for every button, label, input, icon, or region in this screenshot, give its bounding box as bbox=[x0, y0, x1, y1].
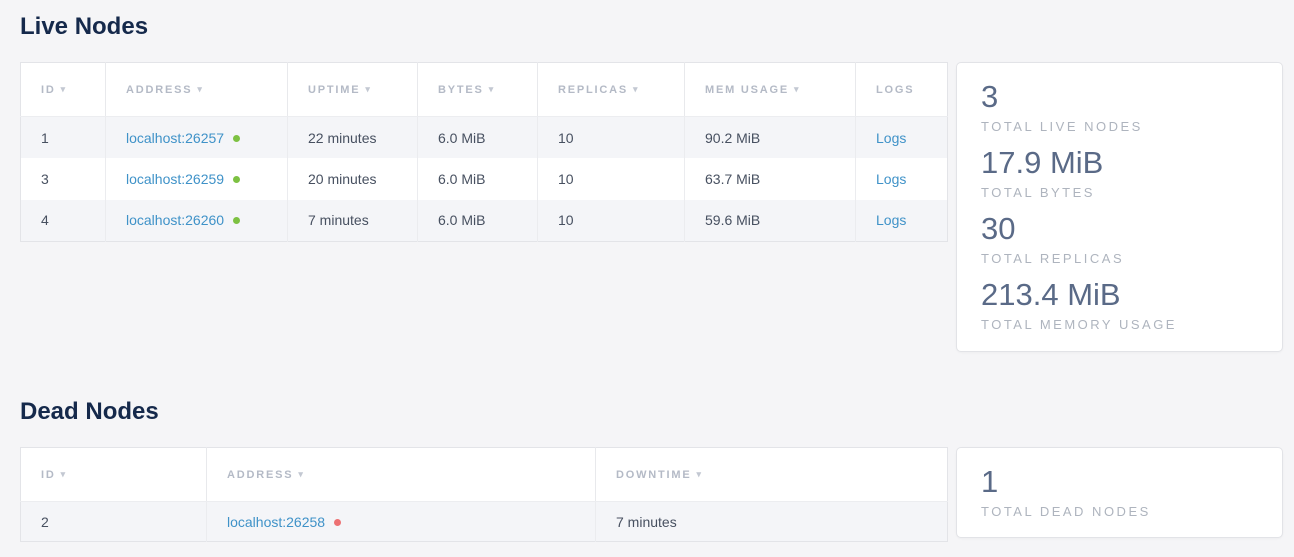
table-row: 4 localhost:26260 7 minutes 6.0 MiB 10 5… bbox=[21, 200, 948, 242]
node-id-cell: 2 bbox=[21, 502, 207, 542]
node-address-link[interactable]: localhost:26259 bbox=[126, 171, 224, 187]
node-downtime-cell: 7 minutes bbox=[596, 502, 948, 542]
live-nodes-section: Live Nodes ID ▾ ADDRESS ▾ UPTIME ▾ BYTES ▾ R… bbox=[20, 13, 1283, 352]
table-header-row: ID ▾ ADDRESS ▾ UPTIME ▾ BYTES ▾ REPLICAS ▾ ME… bbox=[21, 63, 948, 117]
sort-arrow-icon: ▾ bbox=[61, 469, 67, 479]
node-uptime-cell: 22 minutes bbox=[288, 117, 418, 159]
sort-arrow-icon: ▾ bbox=[794, 84, 800, 94]
logs-link[interactable]: Logs bbox=[876, 212, 906, 228]
column-header-id[interactable]: ID ▾ bbox=[21, 63, 106, 117]
column-header-mem-usage[interactable]: MEM USAGE ▾ bbox=[685, 63, 856, 117]
column-label: ID bbox=[41, 469, 56, 481]
dead-status-dot-icon bbox=[334, 519, 341, 526]
dead-nodes-section: Dead Nodes ID▾ ADDRESS▾ DOWNTIME▾ 2 loc bbox=[20, 398, 1283, 542]
column-label: BYTES bbox=[438, 84, 484, 96]
column-label: MEM USAGE bbox=[705, 84, 789, 96]
total-replicas-value: 30 bbox=[981, 209, 1258, 249]
dead-nodes-table: ID ▾ ADDRESS ▾ DOWNTIME ▾ 2 localhost:26258… bbox=[20, 447, 948, 542]
sort-arrow-icon: ▾ bbox=[365, 84, 371, 94]
column-label: DOWNTIME bbox=[616, 469, 692, 481]
total-live-nodes-label: TOTAL LIVE NODES bbox=[981, 117, 1258, 137]
column-header-id[interactable]: ID ▾ bbox=[21, 448, 207, 502]
table-row: 2 localhost:26258 7 minutes bbox=[21, 502, 948, 542]
summary-stat: 30 TOTAL REPLICAS bbox=[981, 209, 1258, 269]
total-dead-nodes-label: TOTAL DEAD NODES bbox=[981, 502, 1258, 522]
total-bytes-label: TOTAL BYTES bbox=[981, 183, 1258, 203]
live-nodes-summary-panel: 3 TOTAL LIVE NODES 17.9 MiB TOTAL BYTES … bbox=[956, 62, 1283, 352]
sort-arrow-icon: ▾ bbox=[61, 84, 67, 94]
sort-arrow-icon: ▾ bbox=[197, 84, 203, 94]
table-header-row: ID ▾ ADDRESS ▾ DOWNTIME ▾ bbox=[21, 448, 948, 502]
column-header-bytes[interactable]: BYTES ▾ bbox=[418, 63, 538, 117]
node-replicas-cell: 10 bbox=[538, 117, 685, 159]
cluster-nodes-page: Live Nodes ID ▾ ADDRESS ▾ UPTIME ▾ BYTES ▾ R… bbox=[0, 0, 1294, 542]
node-mem-usage-cell: 59.6 MiB bbox=[685, 200, 856, 242]
live-status-dot-icon bbox=[233, 217, 240, 224]
total-memory-usage-label: TOTAL MEMORY USAGE bbox=[981, 315, 1258, 335]
total-memory-usage-value: 213.4 MiB bbox=[981, 275, 1258, 315]
column-label: ADDRESS bbox=[126, 84, 192, 96]
total-replicas-label: TOTAL REPLICAS bbox=[981, 249, 1258, 269]
sort-arrow-icon: ▾ bbox=[489, 84, 495, 94]
summary-stat: 17.9 MiB TOTAL BYTES bbox=[981, 143, 1258, 203]
node-address-link[interactable]: localhost:26258 bbox=[227, 514, 325, 530]
node-address-cell: localhost:26257 bbox=[106, 117, 288, 159]
node-address-link[interactable]: localhost:26260 bbox=[126, 212, 224, 228]
node-bytes-cell: 6.0 MiB bbox=[418, 158, 538, 200]
column-header-downtime[interactable]: DOWNTIME ▾ bbox=[596, 448, 948, 502]
node-logs-cell: Logs bbox=[856, 200, 948, 242]
column-label: LOGS bbox=[876, 84, 914, 96]
node-uptime-cell: 7 minutes bbox=[288, 200, 418, 242]
live-nodes-table: ID ▾ ADDRESS ▾ UPTIME ▾ BYTES ▾ REPLICAS ▾ ME… bbox=[20, 62, 948, 242]
sort-arrow-icon: ▾ bbox=[298, 469, 304, 479]
live-status-dot-icon bbox=[233, 176, 240, 183]
column-label: ADDRESS bbox=[227, 469, 293, 481]
column-header-replicas[interactable]: REPLICAS ▾ bbox=[538, 63, 685, 117]
node-address-cell: localhost:26260 bbox=[106, 200, 288, 242]
column-label: UPTIME bbox=[308, 84, 360, 96]
column-header-logs: LOGS bbox=[856, 63, 948, 117]
node-logs-cell: Logs bbox=[856, 117, 948, 159]
live-nodes-title: Live Nodes bbox=[20, 13, 1283, 41]
column-header-uptime[interactable]: UPTIME ▾ bbox=[288, 63, 418, 117]
logs-link[interactable]: Logs bbox=[876, 171, 906, 187]
node-replicas-cell: 10 bbox=[538, 200, 685, 242]
live-status-dot-icon bbox=[233, 135, 240, 142]
table-row: 1 localhost:26257 22 minutes 6.0 MiB 10 … bbox=[21, 117, 948, 159]
node-bytes-cell: 6.0 MiB bbox=[418, 117, 538, 159]
node-logs-cell: Logs bbox=[856, 158, 948, 200]
total-live-nodes-value: 3 bbox=[981, 77, 1258, 117]
sort-arrow-icon: ▾ bbox=[697, 469, 703, 479]
node-id-cell: 4 bbox=[21, 200, 106, 242]
column-label: ID bbox=[41, 84, 56, 96]
column-header-address[interactable]: ADDRESS ▾ bbox=[106, 63, 288, 117]
node-id-cell: 1 bbox=[21, 117, 106, 159]
node-bytes-cell: 6.0 MiB bbox=[418, 200, 538, 242]
column-header-address[interactable]: ADDRESS ▾ bbox=[207, 448, 596, 502]
total-bytes-value: 17.9 MiB bbox=[981, 143, 1258, 183]
node-address-cell: localhost:26259 bbox=[106, 158, 288, 200]
summary-stat: 213.4 MiB TOTAL MEMORY USAGE bbox=[981, 275, 1258, 335]
logs-link[interactable]: Logs bbox=[876, 130, 906, 146]
dead-nodes-summary-panel: 1 TOTAL DEAD NODES bbox=[956, 447, 1283, 538]
node-uptime-cell: 20 minutes bbox=[288, 158, 418, 200]
total-dead-nodes-value: 1 bbox=[981, 462, 1258, 502]
node-id-cell: 3 bbox=[21, 158, 106, 200]
summary-stat: 3 TOTAL LIVE NODES bbox=[981, 77, 1258, 137]
summary-stat: 1 TOTAL DEAD NODES bbox=[981, 462, 1258, 522]
table-row: 3 localhost:26259 20 minutes 6.0 MiB 10 … bbox=[21, 158, 948, 200]
column-label: REPLICAS bbox=[558, 84, 628, 96]
node-mem-usage-cell: 63.7 MiB bbox=[685, 158, 856, 200]
dead-nodes-title: Dead Nodes bbox=[20, 398, 1283, 426]
node-replicas-cell: 10 bbox=[538, 158, 685, 200]
node-address-cell: localhost:26258 bbox=[207, 502, 596, 542]
node-mem-usage-cell: 90.2 MiB bbox=[685, 117, 856, 159]
node-address-link[interactable]: localhost:26257 bbox=[126, 130, 224, 146]
sort-arrow-icon: ▾ bbox=[633, 84, 639, 94]
